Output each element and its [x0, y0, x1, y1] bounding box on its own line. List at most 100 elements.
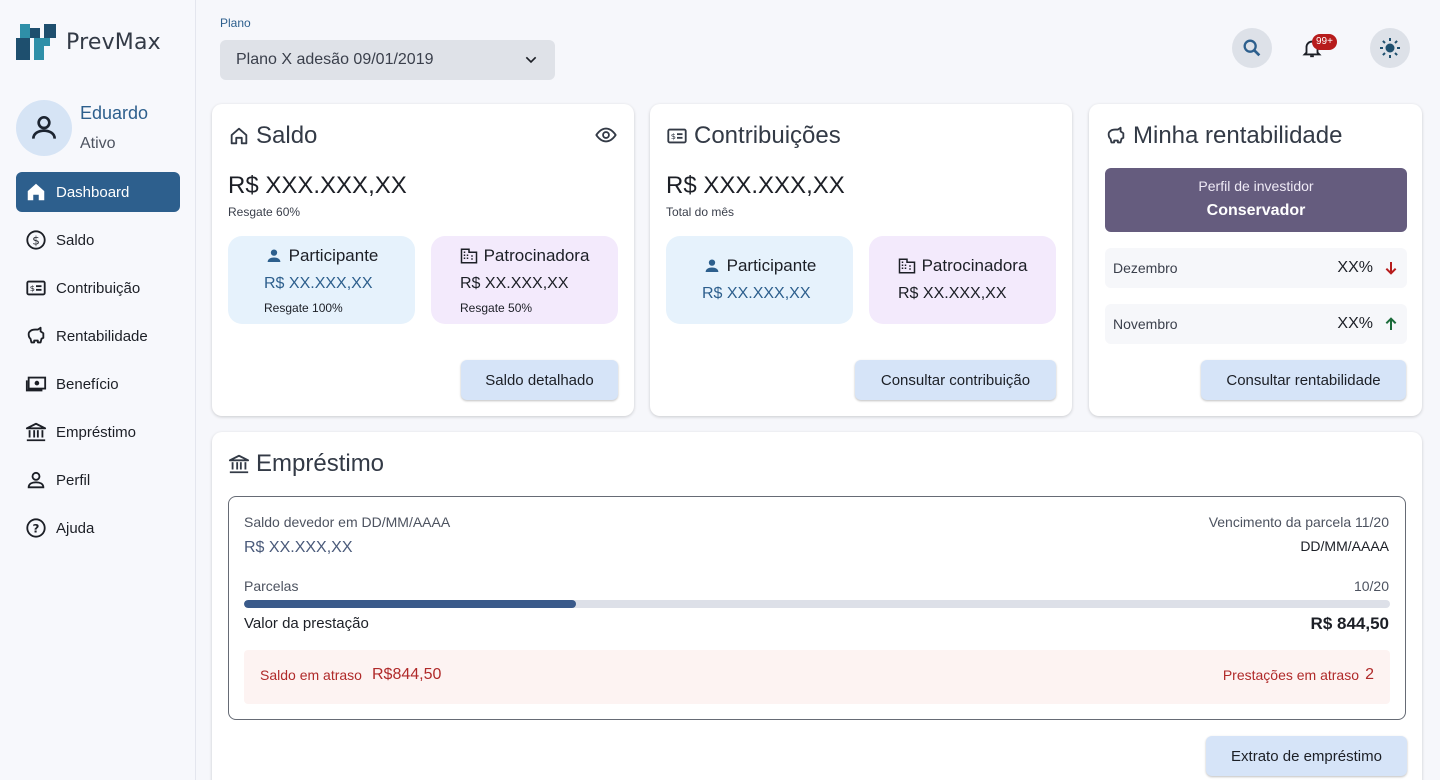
pill-label: Participante — [726, 256, 817, 275]
saldo-card: Saldo R$ XXX.XXX,XX Resgate 60% Particip… — [212, 104, 634, 416]
contribuicoes-participante: Participante R$ XX.XXX,XX — [666, 236, 853, 324]
emprestimo-card-title: Empréstimo — [228, 450, 384, 478]
sidebar-item-label: Contribuição — [56, 279, 141, 297]
notification-badge: 99+ — [1312, 34, 1337, 50]
sidebar-item-label: Rentabilidade — [56, 327, 148, 345]
sidebar-item-beneficio[interactable]: Benefício — [16, 364, 180, 404]
prestacao-label: Valor da prestação — [244, 615, 369, 632]
prestacao-value: R$ 844,50 — [1310, 614, 1389, 633]
parcelas-progress-bar — [244, 600, 1390, 608]
investor-profile-value: Conservador — [1206, 202, 1306, 219]
building-icon — [898, 258, 915, 274]
card-title-text: Saldo — [256, 122, 318, 149]
sidebar-item-label: Ajuda — [56, 519, 95, 537]
sidebar-item-label: Perfil — [56, 471, 91, 489]
pill-label: Participante — [288, 246, 379, 265]
prevmax-logo-icon — [16, 24, 56, 60]
saldo-detalhado-button[interactable]: Saldo detalhado — [461, 360, 618, 400]
prestacoes-atraso-value: 2 — [1365, 666, 1374, 683]
vencimento-label: Vencimento da parcela 11/20 — [1208, 514, 1389, 530]
svg-text:$: $ — [671, 131, 676, 141]
pill-value: R$ XX.XXX,XX — [460, 275, 569, 292]
parcelas-value: 10/20 — [1353, 578, 1389, 594]
consultar-rentabilidade-button[interactable]: Consultar rentabilidade — [1201, 360, 1406, 400]
person-icon — [32, 116, 56, 139]
search-button[interactable] — [1232, 28, 1272, 68]
building-icon — [460, 248, 477, 264]
sidebar-item-emprestimo[interactable]: Empréstimo — [16, 412, 180, 452]
contribuicoes-card-title: $ Contribuições — [666, 122, 841, 150]
rentabilidade-value: XX% — [1337, 259, 1373, 276]
saldo-card-title: Saldo — [228, 122, 317, 150]
home-outline-icon — [230, 127, 248, 145]
help-circle-icon: ? — [24, 516, 48, 540]
plan-label: Plano — [220, 16, 251, 30]
sidebar-item-label: Benefício — [56, 375, 119, 393]
pill-value: R$ XX.XXX,XX — [702, 285, 811, 302]
rentabilidade-month: Novembro — [1113, 316, 1178, 332]
rentabilidade-value: XX% — [1337, 315, 1373, 332]
pill-sub: Resgate 50% — [460, 301, 533, 315]
pill-value: R$ XX.XXX,XX — [898, 285, 1007, 302]
card-title-text: Contribuições — [694, 122, 841, 149]
saldo-atraso-label: Saldo em atraso — [260, 667, 362, 683]
saldo-devedor-label: Saldo devedor em DD/MM/AAAA — [244, 514, 451, 530]
app-name: PrevMax — [66, 29, 161, 55]
pill-sub: Resgate 100% — [264, 301, 343, 315]
saldo-amount-sub: Resgate 60% — [228, 205, 301, 219]
pill-label: Patrocinadora — [483, 246, 590, 265]
sidebar-item-ajuda[interactable]: ? Ajuda — [16, 508, 180, 548]
consultar-contribuicao-button[interactable]: Consultar contribuição — [855, 360, 1056, 400]
emprestimo-card: Empréstimo Saldo devedor em DD/MM/AAAA R… — [212, 432, 1422, 780]
atraso-alert: Saldo em atraso R$844,50 Prestações em a… — [244, 650, 1390, 704]
receipt-icon: $ — [24, 276, 48, 300]
piggy-bank-icon — [1107, 126, 1125, 144]
theme-toggle-button[interactable] — [1370, 28, 1410, 68]
user-name: Eduardo — [80, 103, 149, 123]
user-status: Ativo — [80, 135, 116, 152]
parcelas-progress-fill — [244, 600, 577, 608]
eye-icon[interactable] — [594, 124, 618, 146]
person-icon — [267, 249, 280, 262]
svg-text:?: ? — [33, 522, 40, 536]
sidebar-item-label: Empréstimo — [56, 423, 137, 441]
sidebar-item-contribuicao[interactable]: $ Contribuição — [16, 268, 180, 308]
person-icon — [24, 468, 48, 492]
investor-profile-label: Perfil de investidor — [1198, 178, 1314, 194]
sidebar-item-dashboard[interactable]: Dashboard — [16, 172, 180, 212]
plan-select-value: Plano X adesão 09/01/2019 — [236, 51, 434, 68]
sidebar-item-saldo[interactable]: $ Saldo — [16, 220, 180, 260]
home-icon — [24, 180, 48, 204]
arrow-down-icon — [1385, 262, 1397, 275]
extrato-emprestimo-button[interactable]: Extrato de empréstimo — [1206, 736, 1407, 776]
rentabilidade-month: Dezembro — [1113, 260, 1178, 276]
contribuicoes-amount-sub: Total do mês — [666, 205, 735, 219]
saldo-atraso-value: R$844,50 — [372, 666, 442, 683]
sidebar-item-perfil[interactable]: Perfil — [16, 460, 180, 500]
sidebar-item-label: Dashboard — [56, 183, 130, 201]
saldo-amount: R$ XXX.XXX,XX — [228, 172, 407, 199]
plan-select[interactable]: Plano X adesão 09/01/2019 — [220, 40, 555, 80]
sidebar: PrevMax Eduardo Ativo Dashboard $ Saldo … — [0, 0, 196, 780]
app-logo[interactable]: PrevMax — [16, 24, 161, 60]
rentabilidade-row: Novembro XX% — [1105, 304, 1407, 344]
avatar[interactable] — [16, 100, 72, 156]
money-icon — [24, 372, 48, 396]
contribuicoes-patrocinadora: Patrocinadora R$ XX.XXX,XX — [869, 236, 1056, 324]
user-info: Eduardo Ativo — [16, 100, 148, 156]
svg-text:$: $ — [30, 283, 35, 293]
contribuicoes-amount: R$ XXX.XXX,XX — [666, 172, 845, 199]
arrow-up-icon — [1385, 317, 1397, 330]
piggy-bank-icon — [24, 324, 48, 348]
saldo-participante: Participante R$ XX.XXX,XX Resgate 100% — [228, 236, 415, 324]
contribuicoes-card: $ Contribuições R$ XXX.XXX,XX Total do m… — [650, 104, 1072, 416]
saldo-patrocinadora: Patrocinadora R$ XX.XXX,XX Resgate 50% — [431, 236, 618, 324]
parcelas-label: Parcelas — [244, 578, 299, 594]
sidebar-item-rentabilidade[interactable]: Rentabilidade — [16, 316, 180, 356]
bank-icon — [24, 420, 48, 444]
prestacoes-atraso-label: Prestações em atraso — [1222, 667, 1359, 683]
investor-profile: Perfil de investidor Conservador — [1105, 168, 1407, 232]
sidebar-item-label: Saldo — [56, 231, 95, 249]
saldo-devedor-value: R$ XX.XXX,XX — [244, 539, 353, 556]
rentabilidade-card: Minha rentabilidade Perfil de investidor… — [1089, 104, 1422, 416]
